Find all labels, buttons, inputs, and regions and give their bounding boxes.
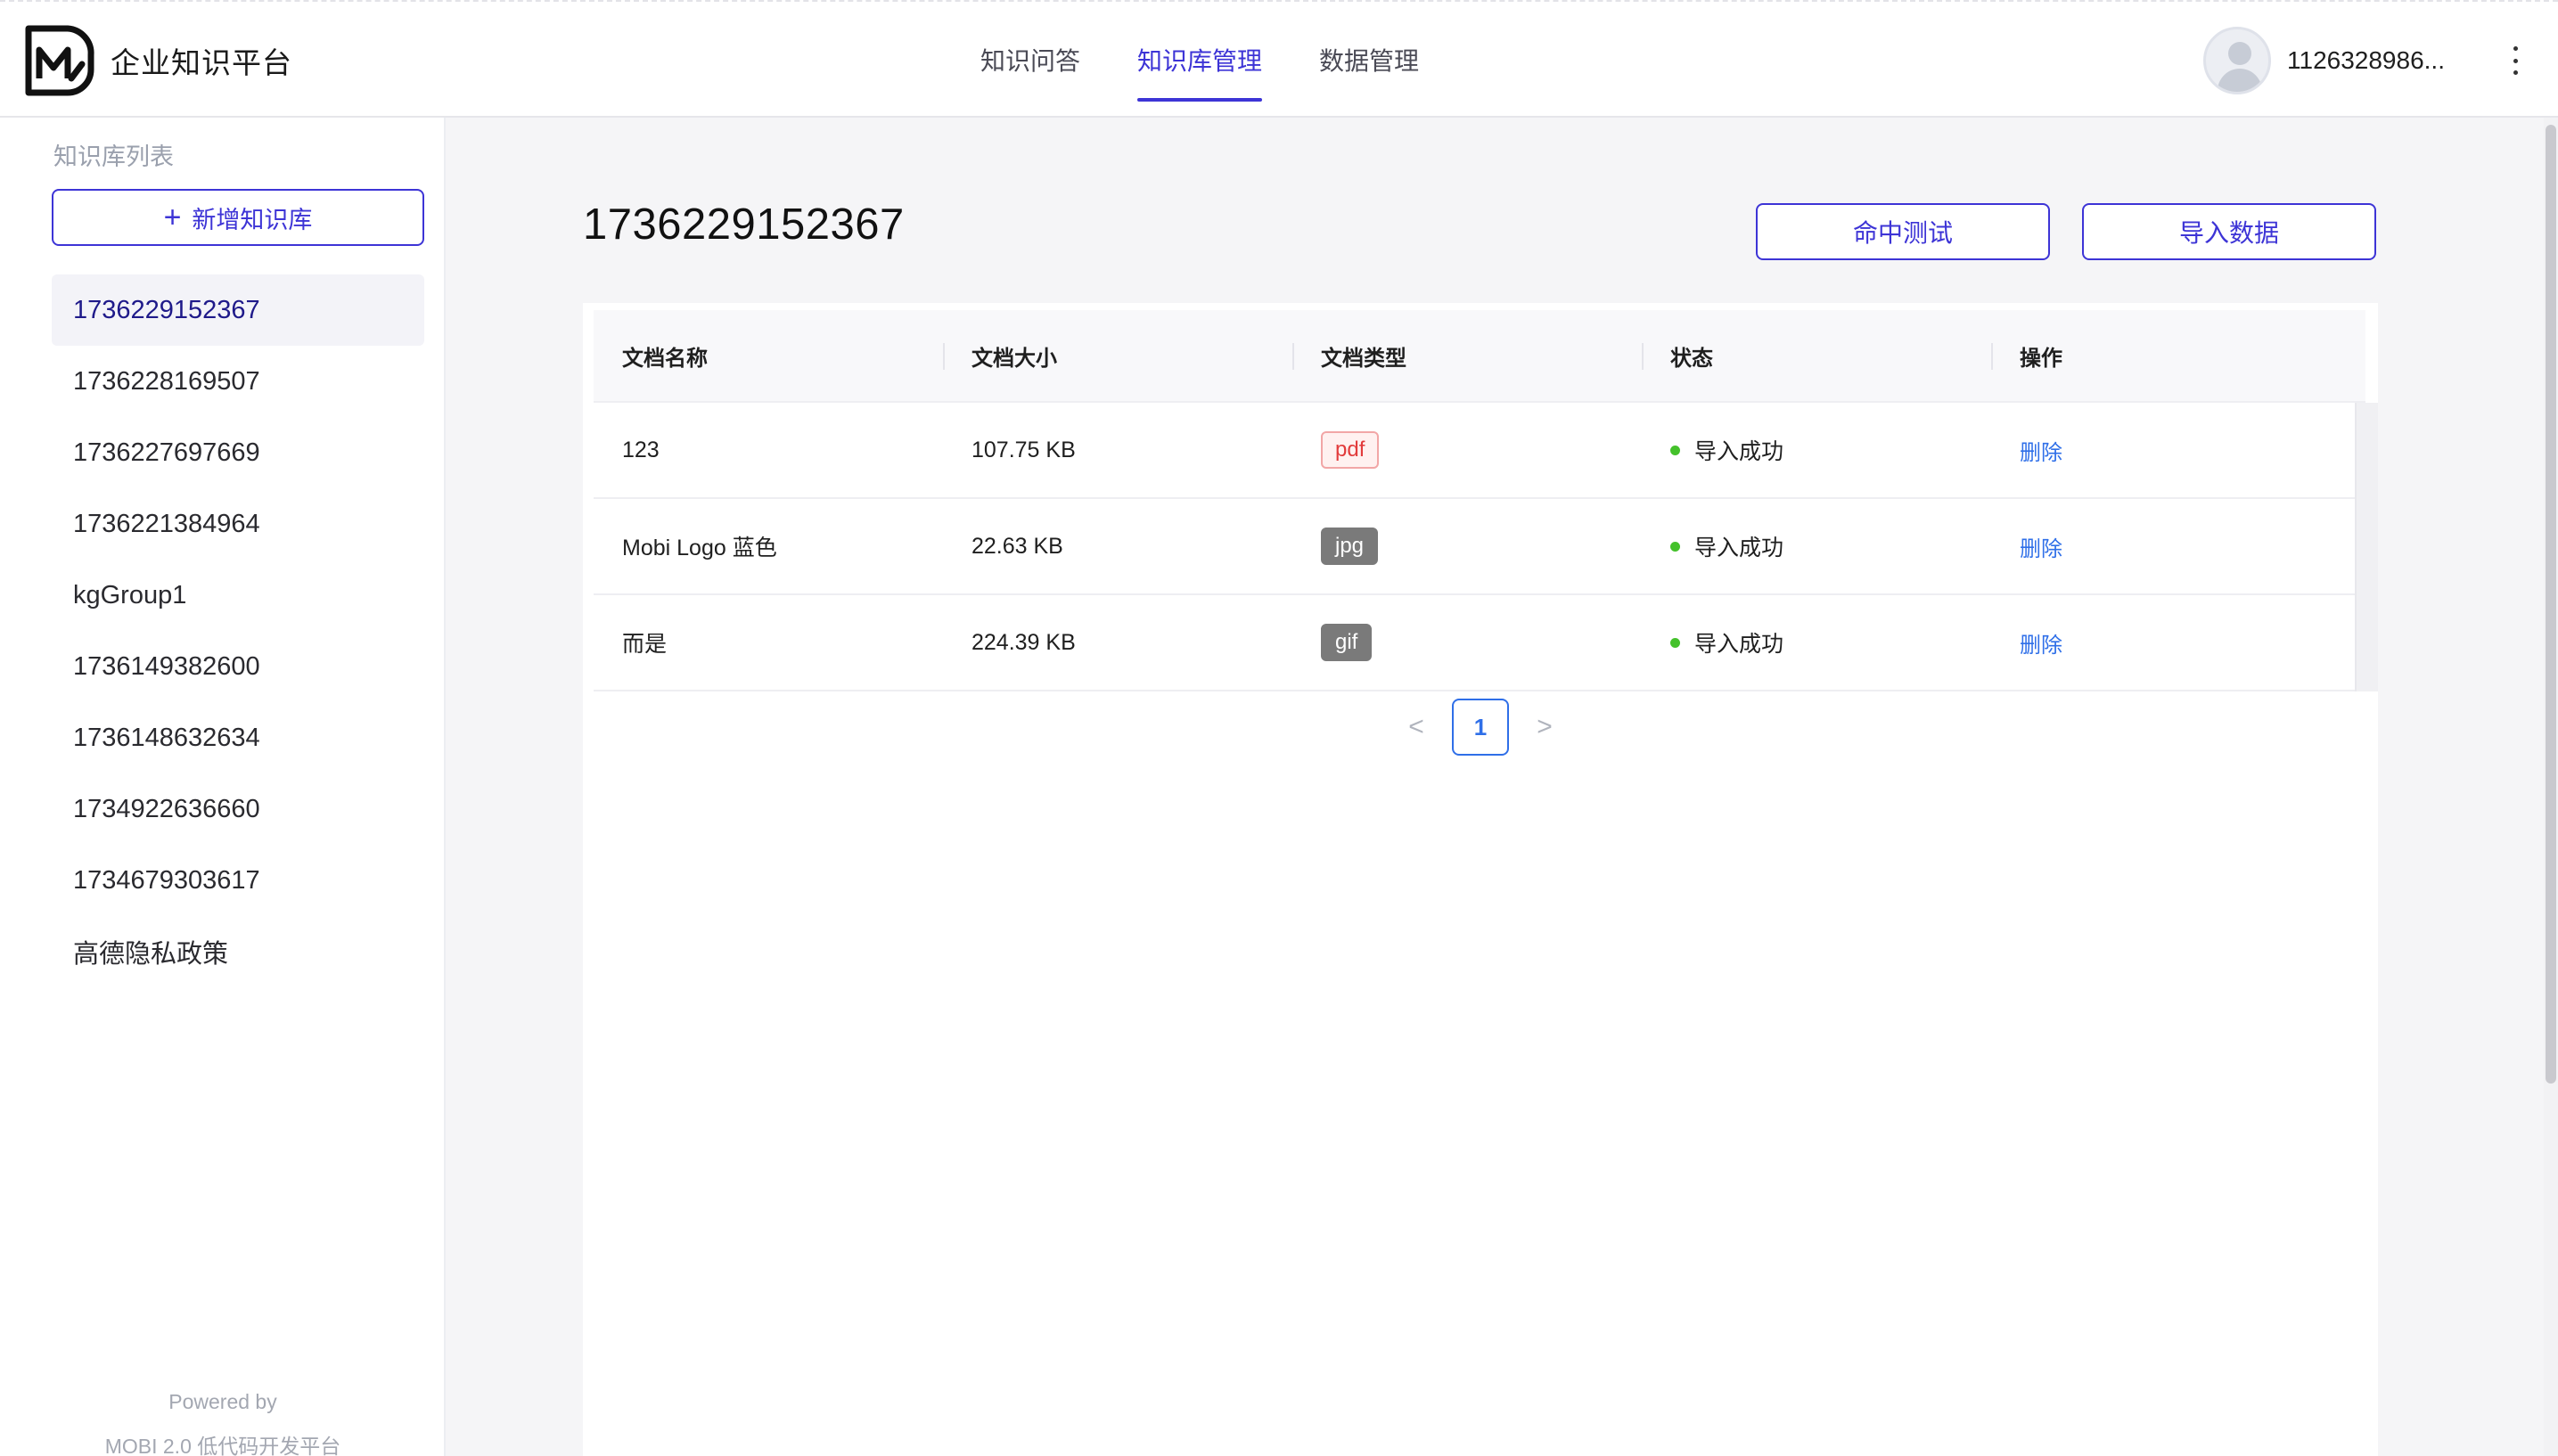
column-header-status: 状态 [1642,309,1991,402]
sidebar-item-kb[interactable]: 1734679303617 [52,845,424,916]
app-window: 企业知识平台 知识问答 知识库管理 数据管理 1126328986... 知识库… [0,0,2558,1456]
pagination: < 1 > [583,699,2378,756]
cell-actions: 删除 [1991,498,2341,594]
sidebar-item-kb[interactable]: 高德隐私政策 [52,916,424,987]
cell-doc-name: 123 [622,437,660,462]
table-row: Mobi Logo 蓝色 22.63 KB jpg 导入成功 删除 [594,499,2365,595]
main-content: 1736229152367 命中测试 导入数据 文档名称 文档大小 文档类型 状… [446,118,2558,1456]
platform-name-text: MOBI 2.0 低代码开发平台 [104,1435,341,1456]
brand-logo-icon [25,25,94,96]
add-knowledge-base-button[interactable]: + 新增知识库 [52,189,424,246]
column-header-size: 文档大小 [943,309,1292,402]
cell-doc-type: pdf [1292,402,1642,498]
status-text: 导入成功 [1694,536,1784,560]
powered-by-text: Powered by [168,1390,277,1413]
file-type-badge: pdf [1321,431,1380,469]
cell-doc-size: 22.63 KB [972,533,1063,559]
sidebar-item-kb[interactable]: kgGroup1 [52,560,424,631]
file-type-badge: jpg [1321,528,1379,565]
hit-test-button[interactable]: 命中测试 [1756,203,2050,260]
knowledge-base-list: 1736229152367 1736228169507 173622769766… [52,274,424,987]
sidebar-item-kb[interactable]: 1736228169507 [52,346,424,417]
brand[interactable]: 企业知识平台 [23,25,292,96]
table-row: 123 107.75 KB pdf 导入成功 删除 [594,403,2365,499]
more-vertical-icon[interactable] [2505,41,2526,80]
cell-status: 导入成功 [1642,402,1991,498]
delete-link[interactable]: 删除 [2020,531,2062,562]
sidebar-item-kb[interactable]: 1736229152367 [52,274,424,346]
file-type-badge: gif [1321,624,1373,661]
status-success-dot-icon [1670,445,1680,455]
next-page-icon[interactable]: > [1518,699,1571,756]
main-nav: 知识问答 知识库管理 数据管理 [980,2,1476,118]
delete-link[interactable]: 删除 [2020,627,2062,658]
table-header: 文档名称 文档大小 文档类型 状态 操作 [594,310,2365,403]
cell-status: 导入成功 [1642,594,1991,691]
user-menu[interactable]: 1126328986... [2203,25,2445,96]
document-card: 文档名称 文档大小 文档类型 状态 操作 123 107.75 KB pdf 导… [583,303,2378,1456]
column-header-actions: 操作 [1991,309,2341,402]
cell-actions: 删除 [1991,594,2341,691]
nav-tab-qa[interactable]: 知识问答 [980,2,1080,118]
sidebar: 知识库列表 + 新增知识库 1736229152367 173622816950… [0,118,446,1456]
username: 1126328986... [2287,46,2445,74]
sidebar-item-kb[interactable]: 1736148632634 [52,702,424,773]
page-number-current[interactable]: 1 [1452,699,1509,756]
table-row: 而是 224.39 KB gif 导入成功 删除 [594,595,2365,691]
status-success-dot-icon [1670,541,1680,552]
status-text: 导入成功 [1694,439,1784,464]
cell-doc-size: 107.75 KB [972,437,1076,462]
sidebar-item-kb[interactable]: 1736221384964 [52,488,424,560]
status-text: 导入成功 [1694,632,1784,657]
delete-link[interactable]: 删除 [2020,435,2062,466]
top-header: 企业知识平台 知识问答 知识库管理 数据管理 1126328986... [0,0,2558,118]
avatar-head-icon [2228,42,2251,65]
column-header-type: 文档类型 [1292,309,1642,402]
cell-doc-name: 而是 [622,632,668,657]
avatar[interactable] [2203,27,2271,94]
cell-doc-type: jpg [1292,498,1642,594]
sidebar-item-kb[interactable]: 1736227697669 [52,417,424,488]
status-success-dot-icon [1670,637,1680,648]
cell-actions: 删除 [1991,402,2341,498]
cell-doc-size: 224.39 KB [972,629,1076,655]
page-scrollbar-thumb[interactable] [2546,125,2556,1084]
nav-tab-data-management[interactable]: 数据管理 [1319,2,1419,118]
avatar-body-icon [2218,69,2262,92]
nav-tab-kb-management[interactable]: 知识库管理 [1137,2,1263,118]
cell-doc-type: gif [1292,594,1642,691]
sidebar-title: 知识库列表 [53,143,174,170]
column-header-name: 文档名称 [622,346,708,371]
cell-status: 导入成功 [1642,498,1991,594]
brand-name: 企业知识平台 [111,46,292,79]
page-scrollbar[interactable] [2544,118,2558,1456]
cell-doc-name: Mobi Logo 蓝色 [622,536,777,560]
documents-table: 文档名称 文档大小 文档类型 状态 操作 123 107.75 KB pdf 导… [594,310,2378,691]
add-knowledge-base-label: 新增知识库 [192,206,313,233]
sidebar-item-kb[interactable]: 1734922636660 [52,773,424,845]
prev-page-icon[interactable]: < [1390,699,1443,756]
import-data-button[interactable]: 导入数据 [2082,203,2376,260]
plus-icon: + [163,200,182,234]
table-scrollbar[interactable] [2355,403,2378,691]
page-title: 1736229152367 [583,200,905,249]
sidebar-item-kb[interactable]: 1736149382600 [52,631,424,702]
